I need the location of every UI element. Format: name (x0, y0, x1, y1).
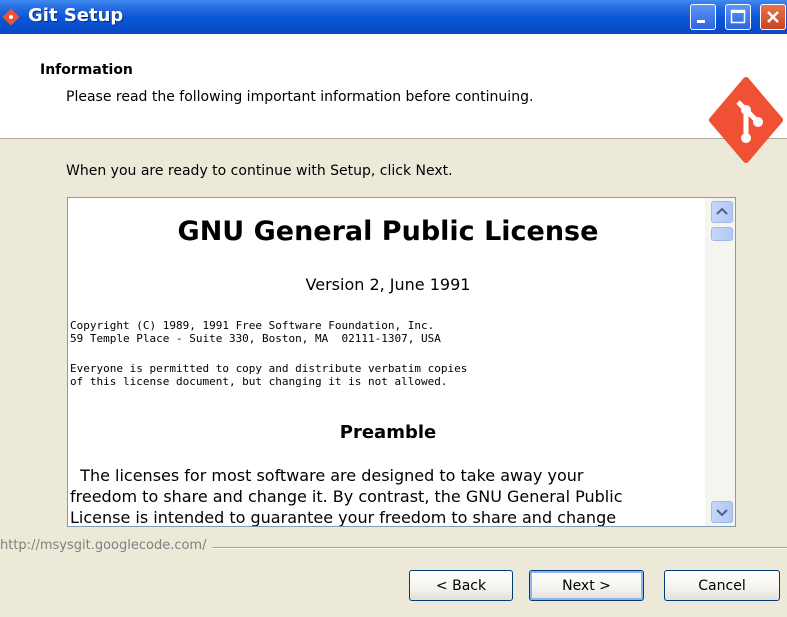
footer-url-label: http://msysgit.googlecode.com/ (0, 538, 213, 553)
maximize-button[interactable] (725, 4, 751, 30)
intro-text: When you are ready to continue with Setu… (66, 163, 453, 179)
wizard-header: Information Please read the following im… (0, 34, 787, 163)
copyright-line: Copyright (C) 1989, 1991 Free Software F… (70, 319, 435, 332)
page-subtitle: Please read the following important info… (66, 89, 534, 105)
window-title: Git Setup (28, 5, 124, 26)
copyright-line: 59 Temple Place - Suite 330, Boston, MA … (70, 332, 441, 345)
permission-line: of this license document, but changing i… (70, 375, 448, 388)
cancel-button[interactable]: Cancel (664, 570, 780, 601)
preamble-title: Preamble (339, 422, 437, 443)
license-title: GNU General Public License (177, 216, 599, 247)
git-icon (2, 8, 20, 26)
vertical-scrollbar[interactable] (705, 198, 735, 526)
title-bar[interactable]: Git Setup (0, 0, 787, 34)
chevron-down-icon (716, 509, 728, 517)
close-icon (767, 11, 779, 23)
close-button[interactable] (760, 4, 786, 30)
scroll-up-button[interactable] (711, 201, 733, 223)
back-button[interactable]: < Back (409, 570, 513, 601)
preamble-line: freedom to share and change it. By contr… (70, 487, 623, 506)
next-button[interactable]: Next > (529, 570, 644, 601)
minimize-button[interactable] (690, 4, 716, 30)
license-memo[interactable]: GNU General Public License Version 2, Ju… (67, 197, 736, 527)
preamble-line: The licenses for most software are desig… (70, 466, 584, 485)
minimize-icon (697, 20, 705, 23)
git-logo-icon (709, 77, 783, 163)
permission-line: Everyone is permitted to copy and distri… (70, 362, 468, 375)
preamble-line: License is intended to guarantee your fr… (70, 508, 617, 527)
maximize-icon (730, 9, 746, 24)
chevron-up-icon (716, 207, 728, 215)
license-version: Version 2, June 1991 (305, 275, 471, 294)
scroll-thumb[interactable] (711, 227, 733, 241)
scroll-down-button[interactable] (711, 501, 733, 523)
page-title: Information (40, 62, 133, 78)
